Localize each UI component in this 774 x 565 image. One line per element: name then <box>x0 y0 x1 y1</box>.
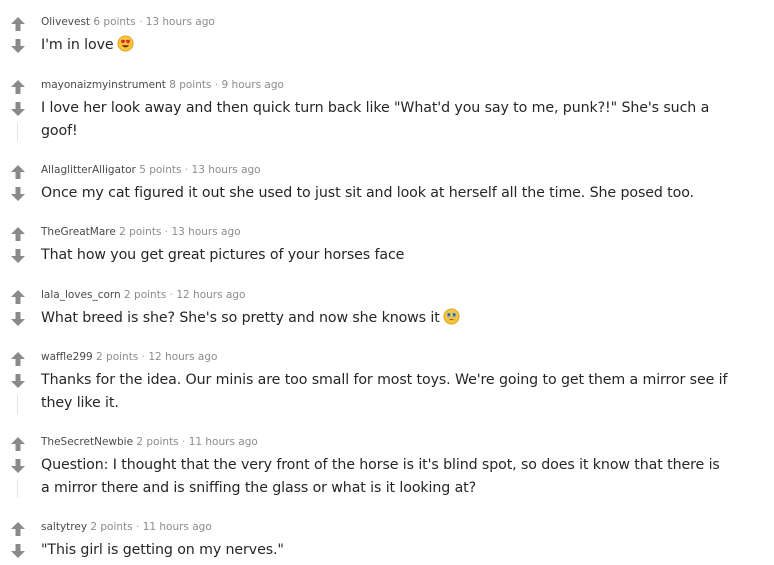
upvote-arrow-icon[interactable] <box>9 225 27 243</box>
comment-body: I'm in love <box>41 34 731 57</box>
vote-controls <box>9 349 27 390</box>
meta-separator: · <box>164 226 169 238</box>
comment-text: I love her look away and then quick turn… <box>41 100 710 139</box>
comment-text: What breed is she? She's so pretty and n… <box>41 310 440 326</box>
meta-separator: · <box>136 521 140 533</box>
downvote-arrow-icon[interactable] <box>9 372 27 390</box>
comment-meta: TheGreatMare 2 points · 13 hours ago <box>41 224 241 240</box>
vote-controls <box>9 162 27 203</box>
comment-body: Question: I thought that the very front … <box>41 454 731 500</box>
comment-author[interactable]: waffle299 <box>41 351 93 363</box>
comment-meta: TheSecretNewbie 2 points · 11 hours ago <box>41 434 258 450</box>
comment-text: That how you get great pictures of your … <box>41 247 405 263</box>
upvote-arrow-icon[interactable] <box>9 163 27 181</box>
upvote-arrow-icon[interactable] <box>9 78 27 96</box>
comment-body: I love her look away and then quick turn… <box>41 97 731 143</box>
comment-timestamp[interactable]: 11 hours ago <box>143 521 212 533</box>
downvote-arrow-icon[interactable] <box>9 457 27 475</box>
comment-timestamp[interactable]: 12 hours ago <box>176 289 245 301</box>
comment-timestamp[interactable]: 13 hours ago <box>171 226 240 238</box>
vote-controls <box>9 434 27 475</box>
heart-eyes-emoji-icon <box>117 35 134 52</box>
downvote-arrow-icon[interactable] <box>9 100 27 118</box>
downvote-arrow-icon[interactable] <box>9 542 27 560</box>
comment-points: 8 points <box>169 79 212 91</box>
comment-body: "This girl is getting on my nerves." <box>41 539 731 562</box>
comment-meta: saltytrey 2 points · 11 hours ago <box>41 519 212 535</box>
comment-author[interactable]: mayonaizmyinstrument <box>41 79 166 91</box>
upvote-arrow-icon[interactable] <box>9 350 27 368</box>
crying-face-emoji-icon <box>443 308 460 325</box>
comment-points: 2 points <box>119 226 162 238</box>
comment-body: What breed is she? She's so pretty and n… <box>41 307 731 330</box>
comment-author[interactable]: saltytrey <box>41 521 87 533</box>
comment-points: 2 points <box>90 521 133 533</box>
comment-meta: AllaglitterAlligator 5 points · 13 hours… <box>41 162 261 178</box>
meta-separator: · <box>184 164 189 176</box>
comment-body: That how you get great pictures of your … <box>41 244 731 267</box>
downvote-arrow-icon[interactable] <box>9 247 27 265</box>
upvote-arrow-icon[interactable] <box>9 288 27 306</box>
comment-timestamp[interactable]: 13 hours ago <box>192 164 261 176</box>
comment-body: Once my cat figured it out she used to j… <box>41 182 731 205</box>
comment-author[interactable]: AllaglitterAlligator <box>41 164 136 176</box>
comment-points: 2 points <box>136 436 179 448</box>
comment-text: I'm in love <box>41 37 114 53</box>
thread-line[interactable] <box>17 123 18 141</box>
comment-meta: Olivevest 6 points · 13 hours ago <box>41 14 215 30</box>
comment-text: Thanks for the idea. Our minis are too s… <box>41 372 728 411</box>
comment-points: 5 points <box>139 164 182 176</box>
comment-author[interactable]: lala_loves_corn <box>41 289 121 301</box>
vote-controls <box>9 77 27 118</box>
comment-author[interactable]: Olivevest <box>41 16 90 28</box>
comment-meta: mayonaizmyinstrument 8 points · 9 hours … <box>41 77 284 93</box>
vote-controls <box>9 224 27 265</box>
comment-meta: waffle299 2 points · 12 hours ago <box>41 349 217 365</box>
meta-separator: · <box>214 79 219 91</box>
meta-separator: · <box>141 351 145 363</box>
vote-controls <box>9 287 27 328</box>
downvote-arrow-icon[interactable] <box>9 185 27 203</box>
comment-text: "This girl is getting on my nerves." <box>41 542 284 558</box>
thread-line[interactable] <box>17 395 18 415</box>
vote-controls <box>9 519 27 560</box>
comment-text: Once my cat figured it out she used to j… <box>41 185 694 201</box>
comment-meta: lala_loves_corn 2 points · 12 hours ago <box>41 287 245 303</box>
comment-body: Thanks for the idea. Our minis are too s… <box>41 369 731 415</box>
comment-timestamp[interactable]: 9 hours ago <box>222 79 284 91</box>
comment-text: Question: I thought that the very front … <box>41 457 720 496</box>
upvote-arrow-icon[interactable] <box>9 15 27 33</box>
comment-author[interactable]: TheSecretNewbie <box>41 436 133 448</box>
comment-timestamp[interactable]: 12 hours ago <box>148 351 217 363</box>
upvote-arrow-icon[interactable] <box>9 520 27 538</box>
comment-timestamp[interactable]: 11 hours ago <box>189 436 258 448</box>
meta-separator: · <box>139 16 143 28</box>
downvote-arrow-icon[interactable] <box>9 37 27 55</box>
downvote-arrow-icon[interactable] <box>9 310 27 328</box>
meta-separator: · <box>182 436 186 448</box>
comment-points: 2 points <box>124 289 167 301</box>
comment-points: 6 points <box>93 16 136 28</box>
meta-separator: · <box>169 289 173 301</box>
vote-controls <box>9 14 27 55</box>
upvote-arrow-icon[interactable] <box>9 435 27 453</box>
comment-timestamp[interactable]: 13 hours ago <box>146 16 215 28</box>
comment-points: 2 points <box>96 351 139 363</box>
comment-author[interactable]: TheGreatMare <box>41 226 116 238</box>
thread-line[interactable] <box>17 480 18 498</box>
